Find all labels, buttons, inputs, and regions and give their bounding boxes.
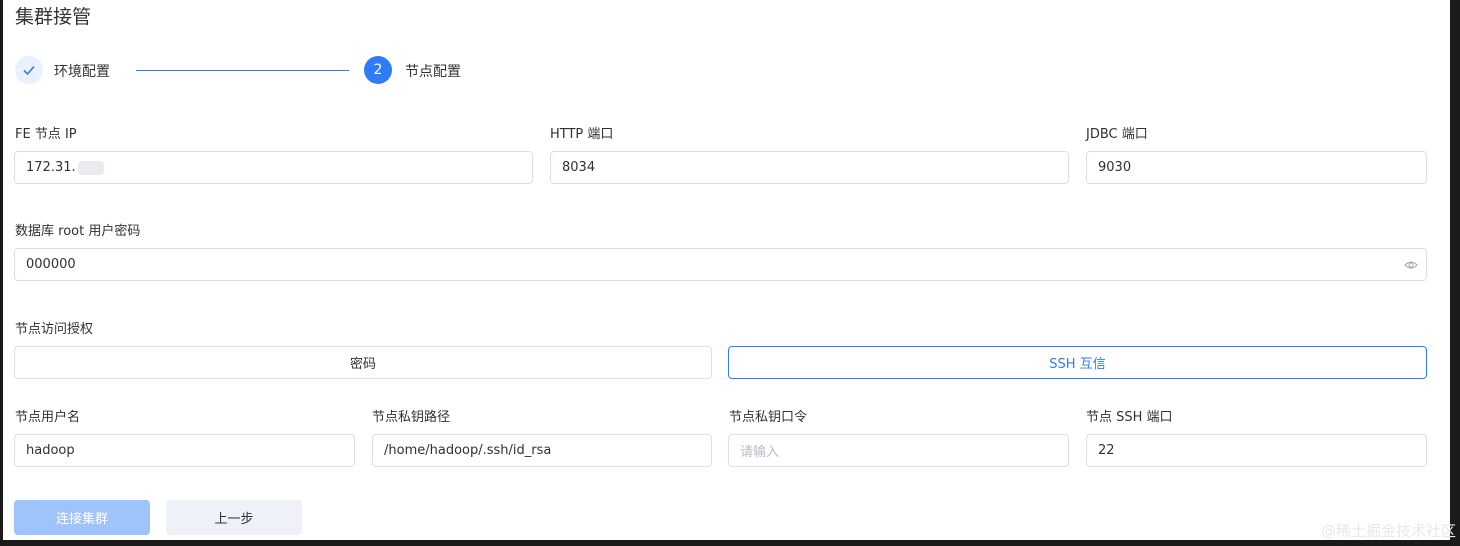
key-path-input[interactable]: /home/hadoop/.ssh/id_rsa	[372, 434, 712, 467]
ssh-port-label: 节点 SSH 端口	[1086, 410, 1173, 425]
root-password-label: 数据库 root 用户密码	[15, 224, 141, 239]
root-password-value: 000000	[26, 257, 76, 272]
connect-cluster-button[interactable]: 连接集群	[14, 500, 150, 535]
key-passphrase-label: 节点私钥口令	[729, 410, 808, 425]
page-title: 集群接管	[15, 6, 92, 28]
http-port-input[interactable]: 8034	[550, 151, 1069, 184]
step-connector	[136, 70, 349, 71]
redacted-blur	[77, 160, 104, 175]
step-env-label: 环境配置	[54, 64, 110, 80]
fe-ip-value: 172.31.	[26, 160, 76, 175]
auth-option-password[interactable]: 密码	[14, 346, 712, 379]
node-user-input[interactable]: hadoop	[14, 434, 355, 467]
prev-step-button[interactable]: 上一步	[166, 500, 302, 535]
root-password-input[interactable]: 000000	[14, 248, 1427, 281]
eye-icon[interactable]	[1404, 258, 1418, 276]
http-port-label: HTTP 端口	[550, 127, 614, 142]
auth-label: 节点访问授权	[15, 322, 94, 337]
step-node-label: 节点配置	[405, 64, 461, 80]
cluster-takeover-panel: 集群接管 环境配置 2 节点配置 FE 节点 IP 172.31. HTTP 端…	[3, 0, 1450, 540]
jdbc-port-label: JDBC 端口	[1086, 127, 1148, 142]
auth-option-ssh-trust[interactable]: SSH 互信	[728, 346, 1427, 379]
site-watermark: @稀土掘金技术社区	[1320, 522, 1456, 540]
fe-ip-label: FE 节点 IP	[15, 127, 77, 142]
key-path-label: 节点私钥路径	[372, 410, 451, 425]
ssh-port-input[interactable]: 22	[1086, 434, 1427, 467]
step-number-badge: 2	[364, 56, 392, 84]
fe-ip-input[interactable]: 172.31.	[14, 151, 533, 184]
jdbc-port-input[interactable]: 9030	[1086, 151, 1427, 184]
node-user-label: 节点用户名	[15, 410, 81, 425]
check-icon	[15, 56, 43, 84]
key-passphrase-input[interactable]: 请输入	[728, 434, 1069, 467]
